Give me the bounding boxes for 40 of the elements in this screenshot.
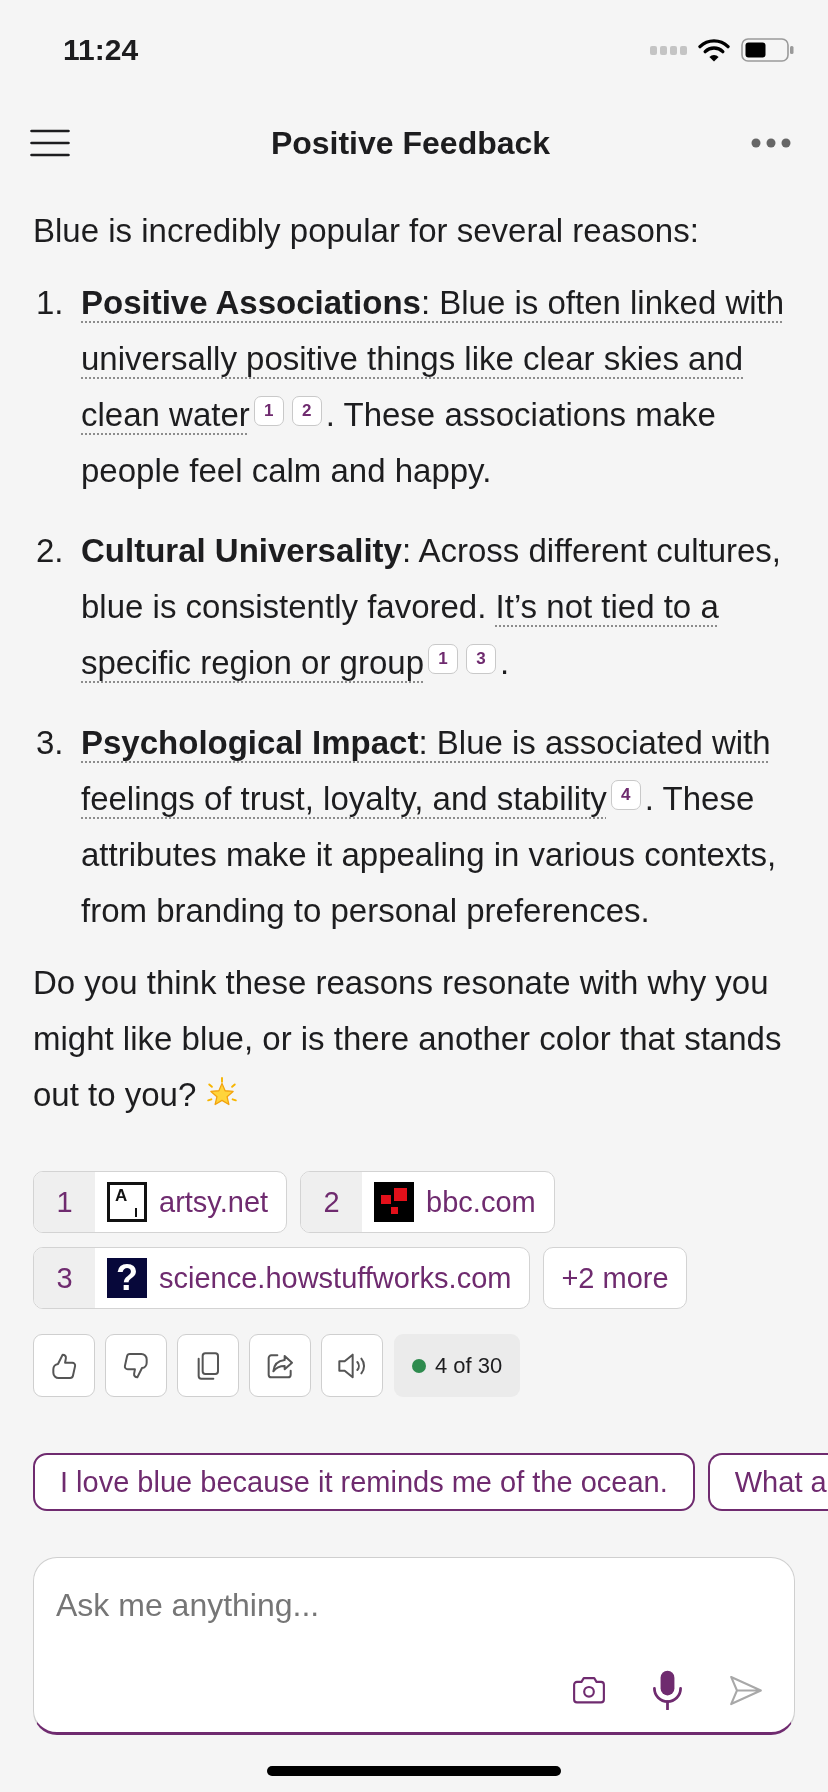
copy-button[interactable] [177,1334,239,1397]
list-number: 2. [36,531,64,571]
signal-icon [650,45,687,55]
source-chip[interactable]: 1 A artsy.net [33,1171,288,1233]
turn-count: 4 of 30 [435,1352,503,1379]
citation-button[interactable]: 4 [610,779,641,810]
more-sources-button[interactable]: +2 more [543,1247,687,1309]
source-chip[interactable]: 2 bbc.com [300,1171,555,1233]
battery-icon [741,38,794,62]
closing-text: Do you think these reasons resonate with why you might like blue, or is there another color that stands out to you? [33,963,783,1115]
microphone-icon[interactable] [652,1670,683,1710]
point-text: Cultural Universality: Across different cultures, blue is consistently favored. It’s not tied to a specific region or group 1 3 . [81,531,782,683]
more-icon[interactable] [751,138,791,148]
source-chip[interactable]: 3 ? science.howstuffworks.com [33,1247,531,1309]
chat-title: Positive Feedback [270,124,551,163]
menu-icon[interactable] [30,129,70,157]
read-aloud-button[interactable] [321,1334,383,1397]
citation-button[interactable]: 3 [466,643,497,674]
letter-logo-icon: A [107,1182,147,1222]
intro-text: Blue is incredibly popular for several reasons: [33,211,700,251]
suggestion-chip[interactable]: What a [707,1453,828,1511]
squares-logo-icon [374,1182,415,1222]
suggestion-chip[interactable]: I love blue because it reminds me of the ocean. [33,1453,695,1511]
share-button[interactable] [249,1334,311,1397]
citation-button[interactable]: 1 [428,643,459,674]
status-dot-icon [412,1358,426,1373]
message-input[interactable]: Ask me anything... [56,1580,772,1630]
question-mark-logo-icon: ? [107,1258,147,1298]
list-number: 1. [36,283,64,323]
citation-button[interactable]: 1 [253,395,284,426]
list-number: 3. [36,723,64,763]
citation-button[interactable]: 2 [291,395,322,426]
status-time: 11:24 [63,33,139,67]
camera-icon[interactable] [572,1676,606,1704]
point-text: Positive Associations: Blue is often linked with universally positive things like clear skies and clean water 1 2 . These associations make people feel calm and happy. [81,283,786,491]
dislike-button[interactable] [105,1334,167,1397]
wifi-icon [698,38,730,62]
point-text: Psychological Impact: Blue is associated with feelings of trust, loyalty, and stability 4 . These attributes make it appealing in various contexts, from branding to personal preferences. [81,723,778,931]
like-button[interactable] [33,1334,95,1397]
message-field[interactable]: Ask me anything... [33,1557,795,1735]
